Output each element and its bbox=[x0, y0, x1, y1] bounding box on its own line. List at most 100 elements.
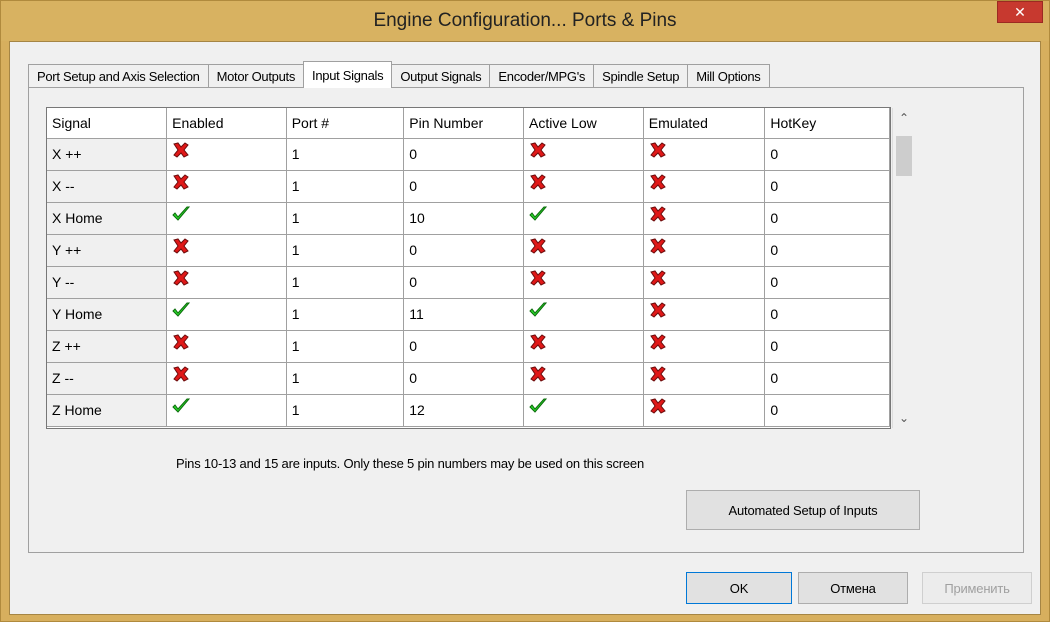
green-check-icon bbox=[172, 398, 191, 413]
red-x-icon bbox=[173, 269, 189, 286]
port-cell[interactable]: 1 bbox=[286, 394, 405, 427]
port-cell[interactable]: 1 bbox=[286, 298, 405, 331]
port-cell[interactable]: 1 bbox=[286, 266, 405, 299]
scroll-thumb[interactable] bbox=[896, 136, 912, 176]
table-row[interactable]: X Home 1 10 0 bbox=[47, 202, 890, 235]
tab-mill-options[interactable]: Mill Options bbox=[687, 64, 770, 88]
hotkey-cell[interactable]: 0 bbox=[764, 298, 890, 331]
pin-cell[interactable]: 12 bbox=[403, 394, 525, 427]
pin-cell[interactable]: 0 bbox=[403, 266, 525, 299]
active-low-cell[interactable] bbox=[523, 330, 644, 363]
scroll-down-icon[interactable]: ⌄ bbox=[893, 408, 915, 428]
hotkey-cell[interactable]: 0 bbox=[764, 330, 890, 363]
active-low-cell[interactable] bbox=[523, 266, 644, 299]
pin-cell[interactable]: 11 bbox=[403, 298, 525, 331]
port-cell[interactable]: 1 bbox=[286, 202, 405, 235]
table-row[interactable]: Y Home 1 11 0 bbox=[47, 298, 890, 331]
scroll-up-icon[interactable]: ⌃ bbox=[893, 108, 915, 128]
tab-output-signals[interactable]: Output Signals bbox=[391, 64, 491, 88]
emulated-cell[interactable] bbox=[643, 202, 766, 235]
table-row[interactable]: Z -- 1 0 0 bbox=[47, 362, 890, 395]
emulated-cell[interactable] bbox=[643, 362, 766, 395]
tab-spindle-setup[interactable]: Spindle Setup bbox=[593, 64, 689, 88]
title-bar[interactable]: Engine Configuration... Ports & Pins ✕ bbox=[1, 1, 1049, 41]
active-low-cell[interactable] bbox=[523, 170, 644, 203]
ok-button[interactable]: OK bbox=[686, 572, 792, 604]
emulated-cell[interactable] bbox=[643, 298, 766, 331]
pin-cell[interactable]: 0 bbox=[403, 330, 525, 363]
column-header[interactable]: HotKey bbox=[764, 108, 890, 139]
table-row[interactable]: Z Home 1 12 0 bbox=[47, 394, 890, 427]
tab-input-signals[interactable]: Input Signals bbox=[303, 61, 393, 88]
hotkey-cell[interactable]: 0 bbox=[764, 266, 890, 299]
enabled-cell[interactable] bbox=[166, 170, 287, 203]
enabled-cell[interactable] bbox=[166, 362, 287, 395]
vertical-scrollbar[interactable]: ⌃ ⌄ bbox=[892, 108, 914, 428]
active-low-cell[interactable] bbox=[523, 394, 644, 427]
red-x-icon bbox=[530, 173, 546, 190]
cancel-button[interactable]: Отмена bbox=[798, 572, 908, 604]
automated-setup-button[interactable]: Automated Setup of Inputs bbox=[686, 490, 920, 530]
emulated-cell[interactable] bbox=[643, 394, 766, 427]
active-low-cell[interactable] bbox=[523, 298, 644, 331]
emulated-cell[interactable] bbox=[643, 138, 766, 171]
table-row[interactable]: X ++ 1 0 0 bbox=[47, 138, 890, 171]
dialog-client: Port Setup and Axis Selection Motor Outpu… bbox=[9, 41, 1041, 615]
column-header[interactable]: Signal bbox=[47, 108, 168, 139]
emulated-cell[interactable] bbox=[643, 170, 766, 203]
emulated-cell[interactable] bbox=[643, 266, 766, 299]
enabled-cell[interactable] bbox=[166, 202, 287, 235]
hotkey-cell[interactable]: 0 bbox=[764, 202, 890, 235]
signal-cell[interactable]: X ++ bbox=[47, 138, 168, 171]
emulated-cell[interactable] bbox=[643, 234, 766, 267]
port-cell[interactable]: 1 bbox=[286, 362, 405, 395]
port-cell[interactable]: 1 bbox=[286, 234, 405, 267]
active-low-cell[interactable] bbox=[523, 362, 644, 395]
active-low-cell[interactable] bbox=[523, 234, 644, 267]
active-low-cell[interactable] bbox=[523, 138, 644, 171]
hotkey-cell[interactable]: 0 bbox=[764, 362, 890, 395]
enabled-cell[interactable] bbox=[166, 298, 287, 331]
signal-cell[interactable]: Z -- bbox=[47, 362, 168, 395]
signal-cell[interactable]: X -- bbox=[47, 170, 168, 203]
close-button[interactable]: ✕ bbox=[997, 1, 1043, 23]
enabled-cell[interactable] bbox=[166, 138, 287, 171]
enabled-cell[interactable] bbox=[166, 330, 287, 363]
tab-motor-outputs[interactable]: Motor Outputs bbox=[207, 64, 305, 88]
table-row[interactable]: Z ++ 1 0 0 bbox=[47, 330, 890, 363]
pin-cell[interactable]: 0 bbox=[403, 170, 525, 203]
column-header[interactable]: Port # bbox=[286, 108, 405, 139]
port-cell[interactable]: 1 bbox=[286, 330, 405, 363]
hotkey-cell[interactable]: 0 bbox=[764, 138, 890, 171]
signal-cell[interactable]: Y -- bbox=[47, 266, 168, 299]
table-row[interactable]: X -- 1 0 0 bbox=[47, 170, 890, 203]
table-row[interactable]: Y ++ 1 0 0 bbox=[47, 234, 890, 267]
pin-cell[interactable]: 0 bbox=[403, 234, 525, 267]
signal-cell[interactable]: Z Home bbox=[47, 394, 168, 427]
pin-cell[interactable]: 0 bbox=[403, 362, 525, 395]
enabled-cell[interactable] bbox=[166, 394, 287, 427]
emulated-cell[interactable] bbox=[643, 330, 766, 363]
column-header[interactable]: Emulated bbox=[643, 108, 766, 139]
hotkey-cell[interactable]: 0 bbox=[764, 394, 890, 427]
port-cell[interactable]: 1 bbox=[286, 138, 405, 171]
column-header[interactable]: Enabled bbox=[166, 108, 287, 139]
pin-cell[interactable]: 10 bbox=[403, 202, 525, 235]
tab-port-setup-and-axis-selection[interactable]: Port Setup and Axis Selection bbox=[28, 64, 209, 88]
active-low-cell[interactable] bbox=[523, 202, 644, 235]
enabled-cell[interactable] bbox=[166, 266, 287, 299]
hotkey-cell[interactable]: 0 bbox=[764, 170, 890, 203]
signal-cell[interactable]: X Home bbox=[47, 202, 168, 235]
pin-cell[interactable]: 0 bbox=[403, 138, 525, 171]
column-header[interactable]: Pin Number bbox=[403, 108, 525, 139]
port-cell[interactable]: 1 bbox=[286, 170, 405, 203]
enabled-cell[interactable] bbox=[166, 234, 287, 267]
table-row[interactable]: Y -- 1 0 0 bbox=[47, 266, 890, 299]
signal-cell[interactable]: Y Home bbox=[47, 298, 168, 331]
tab-encoder-mpg-s[interactable]: Encoder/MPG's bbox=[489, 64, 595, 88]
signal-cell[interactable]: Y ++ bbox=[47, 234, 168, 267]
signal-cell[interactable]: Z ++ bbox=[47, 330, 168, 363]
column-header[interactable]: Active Low bbox=[523, 108, 644, 139]
red-x-icon bbox=[530, 365, 546, 382]
hotkey-cell[interactable]: 0 bbox=[764, 234, 890, 267]
